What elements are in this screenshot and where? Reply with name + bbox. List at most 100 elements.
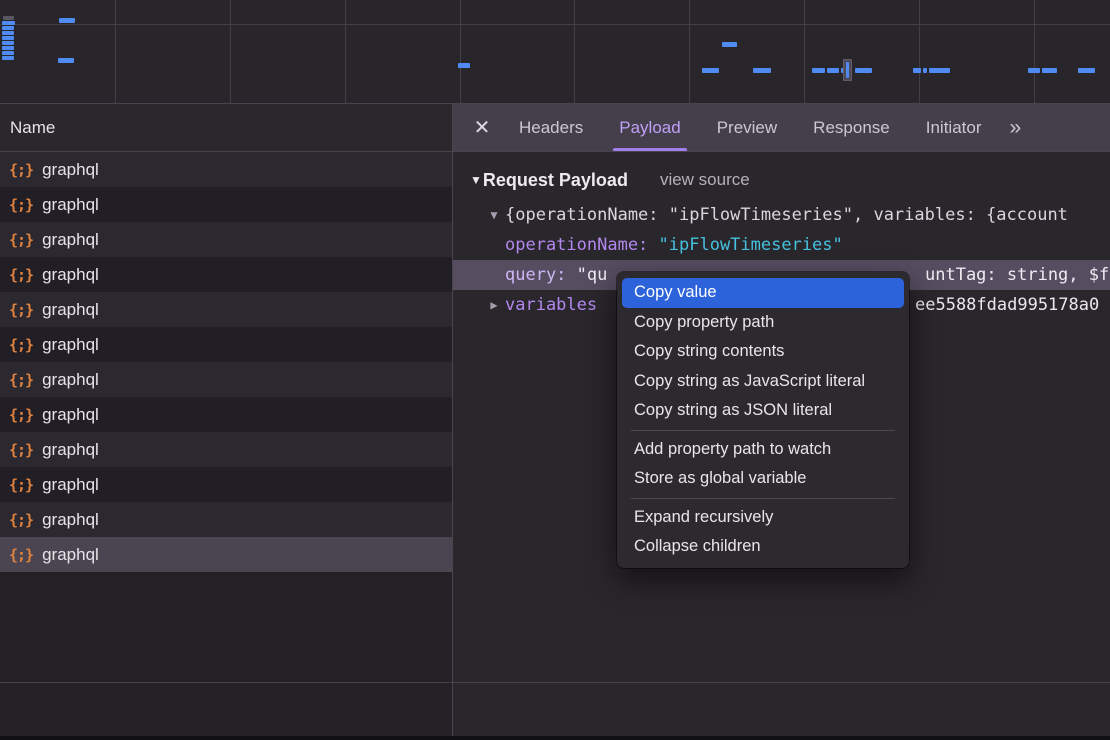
- network-main-split: Name {;}graphql{;}graphql{;}graphql{;}gr…: [0, 104, 1110, 740]
- request-name: graphql: [42, 265, 99, 285]
- request-name: graphql: [42, 195, 99, 215]
- property-value-end: ee5588fdad995178a0: [915, 290, 1099, 320]
- tab-payload[interactable]: Payload: [601, 104, 698, 151]
- section-collapse-icon[interactable]: ▼: [470, 173, 482, 187]
- request-row[interactable]: {;} graphql: [0, 537, 452, 572]
- request-row[interactable]: {;}graphql: [0, 467, 452, 502]
- close-icon[interactable]: ✕: [463, 104, 501, 151]
- tree-row-root[interactable]: ▼ {operationName: "ipFlowTimeseries", va…: [453, 200, 1110, 230]
- expand-icon[interactable]: ▼: [485, 200, 503, 230]
- request-name: graphql: [42, 230, 99, 250]
- network-activity-bar: [846, 62, 849, 78]
- request-list-pane: Name {;}graphql{;}graphql{;}graphql{;}gr…: [0, 104, 453, 740]
- summary-bar-divider: [0, 682, 1110, 683]
- request-row[interactable]: {;}graphql: [0, 152, 452, 187]
- request-name: graphql: [42, 545, 99, 565]
- gridline: [1034, 0, 1035, 103]
- menu-item-store-as-global-variable[interactable]: Store as global variable: [622, 464, 904, 494]
- property-value-start: "qu: [577, 265, 608, 285]
- network-activity-bar: [2, 51, 14, 55]
- request-row[interactable]: {;} graphql: [0, 222, 452, 257]
- property-value: "ipFlowTimeseries": [659, 235, 843, 255]
- network-activity-bar: [2, 21, 15, 25]
- network-activity-bar: [929, 68, 950, 73]
- json-icon: {;}: [9, 266, 33, 284]
- request-name: graphql: [42, 405, 99, 425]
- tab-initiator[interactable]: Initiator: [908, 104, 1000, 151]
- gridline: [115, 0, 116, 103]
- menu-separator: [631, 430, 895, 431]
- detail-tabs: HeadersPayloadPreviewResponseInitiator: [501, 104, 999, 151]
- menu-item-copy-value[interactable]: Copy value: [622, 278, 904, 308]
- network-activity-bar: [812, 68, 825, 73]
- json-icon: {;}: [9, 511, 33, 529]
- json-icon: {;}: [9, 196, 33, 214]
- request-row[interactable]: {;}graphql: [0, 327, 452, 362]
- network-activity-bar: [1042, 68, 1057, 73]
- menu-item-copy-string-contents[interactable]: Copy string contents: [622, 337, 904, 367]
- network-activity-bar: [2, 41, 14, 45]
- request-row[interactable]: {;} graphql: [0, 502, 452, 537]
- request-row[interactable]: {;}graphql: [0, 432, 452, 467]
- more-tabs-icon[interactable]: »: [999, 104, 1029, 151]
- request-row[interactable]: {;} graphql: [0, 257, 452, 292]
- request-row[interactable]: {;} graphql: [0, 397, 452, 432]
- request-payload-header[interactable]: ▼ Request Payload view source: [453, 165, 1110, 195]
- gridline: [460, 0, 461, 103]
- json-icon: {;}: [9, 231, 33, 249]
- request-name: graphql: [42, 370, 99, 390]
- request-list: {;} graphql {;} graphql {;} graphql {;} graphql…: [0, 152, 452, 572]
- root-summary: {operationName: "ipFlowTimeseries", vari…: [505, 205, 1068, 225]
- name-column-header[interactable]: Name: [0, 104, 452, 152]
- menu-separator: [631, 498, 895, 499]
- request-row[interactable]: {;} graphql: [0, 187, 452, 222]
- network-activity-bar: [3, 16, 14, 20]
- menu-item-expand-recursively[interactable]: Expand recursively: [622, 503, 904, 533]
- menu-item-copy-property-path[interactable]: Copy property path: [622, 308, 904, 338]
- property-key: query:: [505, 265, 577, 285]
- json-icon: {;}: [9, 161, 33, 179]
- network-activity-bar: [2, 26, 14, 30]
- window-bottom-edge: [0, 736, 1110, 740]
- network-overview-timeline[interactable]: [0, 0, 1110, 104]
- tab-headers[interactable]: Headers: [501, 104, 601, 151]
- network-activity-bar: [827, 68, 839, 73]
- detail-tabbar: ✕ HeadersPayloadPreviewResponseInitiator…: [453, 104, 1110, 152]
- request-row[interactable]: {;} graphql: [0, 362, 452, 397]
- json-icon: {;}: [9, 441, 33, 459]
- request-name: graphql: [42, 300, 99, 320]
- network-activity-bar: [923, 68, 927, 73]
- json-icon: {;}: [9, 406, 33, 424]
- context-menu: Copy valueCopy property pathCopy string …: [617, 272, 909, 568]
- network-activity-bar: [58, 58, 74, 63]
- tab-response[interactable]: Response: [795, 104, 908, 151]
- gridline: [0, 24, 1110, 25]
- tree-row-operation-name[interactable]: operationName: "ipFlowTimeseries": [453, 230, 1110, 260]
- menu-item-add-property-path-to-watch[interactable]: Add property path to watch: [622, 435, 904, 465]
- gridline: [919, 0, 920, 103]
- network-activity-bar: [2, 46, 14, 50]
- expand-icon[interactable]: ▶: [485, 290, 503, 320]
- network-activity-bar: [2, 36, 14, 40]
- menu-item-collapse-children[interactable]: Collapse children: [622, 532, 904, 562]
- json-icon: {;}: [9, 371, 33, 389]
- section-title: Request Payload: [483, 170, 628, 191]
- network-activity-bar: [855, 68, 872, 73]
- network-activity-bar: [458, 63, 470, 68]
- gridline: [804, 0, 805, 103]
- menu-item-copy-string-as-javascript-literal[interactable]: Copy string as JavaScript literal: [622, 367, 904, 397]
- json-icon: {;}: [9, 546, 33, 564]
- menu-item-copy-string-as-json-literal[interactable]: Copy string as JSON literal: [622, 396, 904, 426]
- request-name: graphql: [42, 335, 99, 355]
- request-name: graphql: [42, 510, 99, 530]
- tab-preview[interactable]: Preview: [699, 104, 795, 151]
- request-row[interactable]: {;}graphql: [0, 292, 452, 327]
- property-key: variables: [505, 295, 597, 315]
- gridline: [689, 0, 690, 103]
- gridline: [230, 0, 231, 103]
- property-value-end: untTag: string, $f: [925, 260, 1109, 290]
- network-activity-bar: [913, 68, 921, 73]
- network-activity-bar: [702, 68, 719, 73]
- view-source-link[interactable]: view source: [660, 170, 750, 190]
- network-activity-bar: [2, 56, 14, 60]
